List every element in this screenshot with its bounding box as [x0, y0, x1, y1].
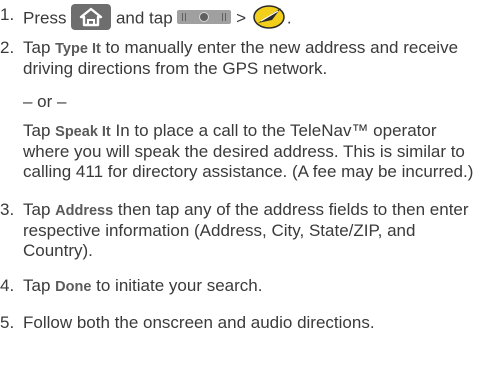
done-description: to initiate your search.: [96, 276, 263, 295]
period: .: [286, 8, 292, 28]
tap-text: Tap: [23, 121, 51, 140]
instruction-page: 1. Press and tap > . 2. Tap Type It to m…: [0, 0, 483, 375]
step-2: 2. Tap Type It to manually enter the new…: [0, 38, 483, 80]
speak-it-label: Speak It: [55, 124, 111, 140]
address-label: Address: [55, 203, 114, 219]
step-text: Follow both the onscreen and audio direc…: [23, 313, 375, 332]
step-number: 1.: [0, 5, 15, 24]
step-text: Press and tap > .: [23, 2, 477, 33]
step-text: Tap Type It to manually enter the new ad…: [23, 38, 477, 79]
step-number: 4.: [0, 276, 15, 295]
step-5: 5. Follow both the onscreen and audio di…: [0, 313, 483, 335]
step-text: Tap Done to initiate your search.: [23, 276, 477, 297]
step-number: 5.: [0, 313, 15, 332]
step-number: 3.: [0, 200, 15, 219]
step-number: 2.: [0, 38, 15, 57]
greater-than: >: [236, 8, 247, 28]
step-text: Tap Address then tap any of the address …: [23, 200, 477, 261]
tap-text: Tap: [23, 276, 51, 295]
press-text: Press: [23, 8, 67, 28]
and-tap-text: and tap: [115, 8, 173, 28]
done-label: Done: [55, 279, 92, 295]
step-4: 4. Tap Done to initiate your search.: [0, 276, 483, 298]
step-3: 3. Tap Address then tap any of the addre…: [0, 200, 483, 262]
or-separator: – or –: [23, 92, 67, 111]
step-1: 1. Press and tap > .: [0, 2, 483, 30]
tap-text: Tap: [23, 38, 51, 57]
speak-it-paragraph: Tap Speak It In to place a call to the T…: [23, 121, 477, 182]
telenav-icon: [251, 2, 287, 30]
home-icon: [71, 4, 112, 30]
menu-bar-icon: [177, 10, 232, 24]
type-it-label: Type It: [55, 41, 101, 57]
tap-text: Tap: [23, 200, 51, 219]
